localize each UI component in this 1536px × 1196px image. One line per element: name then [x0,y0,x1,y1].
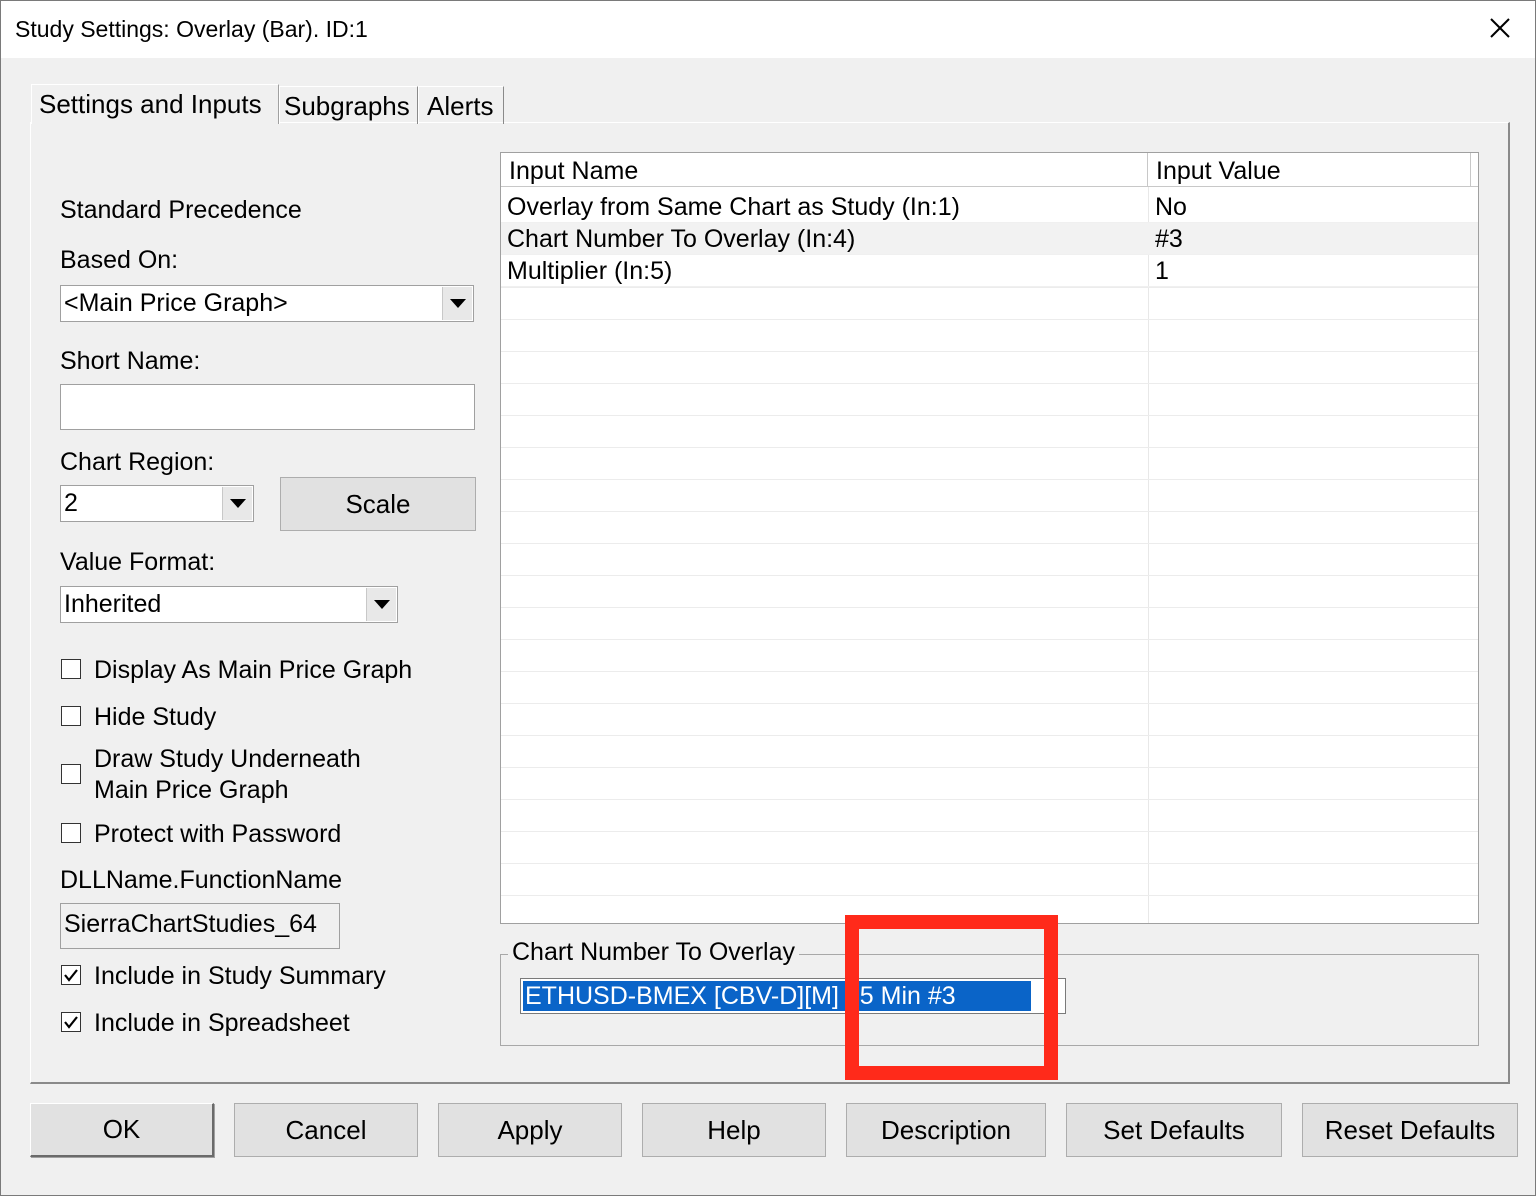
checkmark-icon [64,1016,78,1029]
include-summary-label: Include in Study Summary [94,962,386,990]
empty-row-line [501,895,1478,896]
empty-row-line [501,319,1478,320]
hide-study-label: Hide Study [94,703,217,731]
empty-row-line [501,543,1478,544]
short-name-label: Short Name: [60,347,201,375]
empty-row-line [501,351,1478,352]
column-header-input-value[interactable]: Input Value [1148,153,1471,187]
protect-password-checkbox[interactable] [61,823,81,843]
empty-row-line [501,479,1478,480]
include-spreadsheet-label: Include in Spreadsheet [94,1009,350,1037]
chart-region-label: Chart Region: [60,448,215,476]
table-row[interactable]: Chart Number To Overlay (In:4) #3 [501,223,1478,255]
empty-row-line [501,671,1478,672]
apply-button[interactable]: Apply [438,1103,622,1157]
empty-row-line [501,735,1478,736]
input-value-cell[interactable]: 1 [1155,255,1169,287]
value-format-label: Value Format: [60,548,216,576]
cancel-button[interactable]: Cancel [234,1103,418,1157]
based-on-value: <Main Price Graph> [64,289,288,317]
input-editor-title: Chart Number To Overlay [508,938,799,967]
input-name-cell: Multiplier (In:5) [507,257,673,285]
chevron-down-icon[interactable] [366,588,396,621]
inputs-grid[interactable]: Input Name Input Value Overlay from Same… [500,152,1479,924]
hide-study-checkbox[interactable] [61,706,81,726]
dll-name-label: DLLName.FunctionName [60,866,343,894]
empty-row-line [501,383,1478,384]
close-button[interactable] [1474,6,1526,50]
empty-row-line [501,831,1478,832]
based-on-label: Based On: [60,246,179,274]
include-summary-checkbox[interactable] [61,965,81,985]
chevron-down-icon[interactable] [442,287,472,320]
help-button[interactable]: Help [642,1103,826,1157]
empty-row-line [501,415,1478,416]
based-on-combobox[interactable]: <Main Price Graph> [60,285,474,322]
empty-row-line [501,575,1478,576]
empty-row-line [501,767,1478,768]
standard-precedence-label: Standard Precedence [60,196,302,224]
tab-label: Settings and Inputs [39,89,262,119]
tab-label: Alerts [427,91,494,121]
draw-underneath-label-line1: Draw Study Underneath [94,745,361,773]
tab-alerts[interactable]: Alerts [418,86,504,124]
grid-header: Input Name Input Value [501,153,1478,187]
value-format-combobox[interactable]: Inherited [60,586,398,623]
checkmark-icon [64,969,78,982]
empty-row-line [501,799,1478,800]
empty-row-line [501,639,1478,640]
ok-button[interactable]: OK [30,1103,214,1157]
empty-row-line [501,447,1478,448]
empty-row-line [501,287,1478,288]
window-title: Study Settings: Overlay (Bar). ID:1 [15,16,368,42]
set-defaults-button[interactable]: Set Defaults [1066,1103,1282,1157]
empty-row-line [501,703,1478,704]
column-header-input-name[interactable]: Input Name [501,153,1148,187]
tab-subgraphs[interactable]: Subgraphs [279,86,418,124]
input-name-cell: Chart Number To Overlay (In:4) [507,225,856,253]
table-row[interactable]: Overlay from Same Chart as Study (In:1) … [501,191,1478,223]
column-separator [1148,187,1149,923]
short-name-input[interactable] [60,384,475,430]
chart-region-combobox[interactable]: 2 [60,485,254,522]
draw-underneath-label-line2: Main Price Graph [94,776,289,804]
protect-password-label: Protect with Password [94,820,342,848]
include-spreadsheet-checkbox[interactable] [61,1012,81,1032]
dll-name-field: SierraChartStudies_64 [60,903,340,949]
empty-row-line [501,607,1478,608]
tab-settings-and-inputs[interactable]: Settings and Inputs [31,84,279,124]
empty-row-line [501,863,1478,864]
scale-button[interactable]: Scale [280,477,476,531]
empty-row-line [501,511,1478,512]
input-name-cell: Overlay from Same Chart as Study (In:1) [507,193,960,221]
reset-defaults-button[interactable]: Reset Defaults [1302,1103,1518,1157]
close-icon [1490,18,1510,38]
description-button[interactable]: Description [846,1103,1046,1157]
chart-region-value: 2 [64,489,78,517]
input-value-cell[interactable]: No [1155,191,1187,223]
highlight-annotation-box [845,915,1058,1080]
tab-label: Subgraphs [284,91,410,121]
table-row[interactable]: Multiplier (In:5) 1 [501,255,1478,287]
input-value-cell[interactable]: #3 [1155,223,1183,255]
chevron-down-icon[interactable] [222,487,252,520]
draw-underneath-checkbox[interactable] [61,764,81,784]
display-as-main-checkbox[interactable] [61,659,81,679]
value-format-value: Inherited [64,590,162,618]
display-as-main-label: Display As Main Price Graph [94,656,413,684]
